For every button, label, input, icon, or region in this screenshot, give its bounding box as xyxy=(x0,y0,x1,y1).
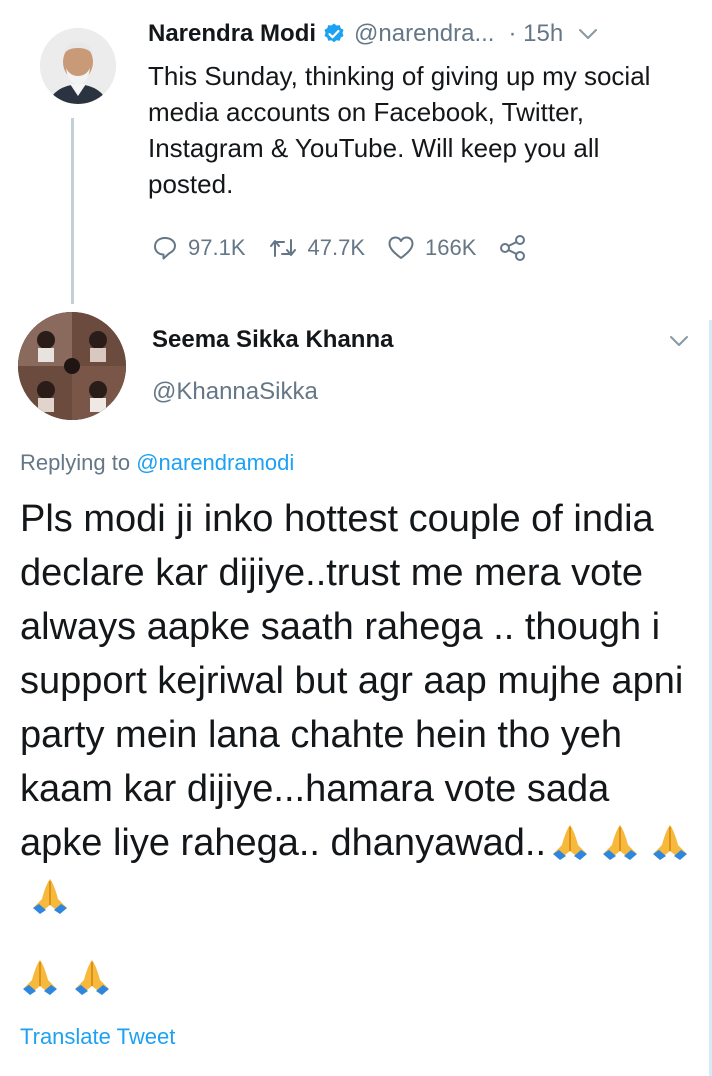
retweet-button[interactable]: 47.7K xyxy=(268,235,366,261)
like-button[interactable]: 166K xyxy=(387,235,476,261)
share-icon xyxy=(500,235,526,261)
mention-link[interactable]: @narendramodi xyxy=(136,450,294,475)
reply-text: Pls modi ji inko hottest couple of india… xyxy=(20,498,684,864)
tweet-timestamp[interactable]: · 15h xyxy=(508,20,563,48)
retweet-icon xyxy=(269,239,296,257)
folded-hands-emoji xyxy=(650,822,690,860)
like-count: 166K xyxy=(425,235,477,260)
avatar-image xyxy=(18,312,126,420)
replying-to-label: Replying to xyxy=(20,450,137,475)
avatar-image xyxy=(40,28,116,104)
folded-hands-emoji xyxy=(550,822,590,860)
reply-author-handle[interactable]: @KhannaSikka xyxy=(152,378,318,406)
reply-author-name[interactable]: Seema Sikka Khanna xyxy=(152,326,393,354)
translate-tweet-link[interactable]: Translate Tweet xyxy=(20,1024,175,1050)
tweet-header: Narendra Modi @narendra... · 15h xyxy=(148,14,599,54)
chevron-down-icon[interactable] xyxy=(668,334,690,348)
thread-connector-line xyxy=(71,118,74,304)
emoji-line-2 xyxy=(20,958,124,996)
tweet-actions: 97.1K 47.7K 166K xyxy=(152,232,560,264)
replying-to: Replying to @narendramodi xyxy=(20,450,294,476)
folded-hands-emoji xyxy=(600,822,640,860)
chevron-down-icon[interactable] xyxy=(577,27,599,41)
author-name[interactable]: Narendra Modi xyxy=(148,20,316,48)
avatar[interactable] xyxy=(40,28,116,104)
author-handle[interactable]: @narendra... xyxy=(354,20,494,48)
reply-count: 97.1K xyxy=(188,235,246,260)
verified-badge-icon xyxy=(324,23,344,43)
folded-hands-emoji xyxy=(30,876,70,914)
share-button[interactable] xyxy=(498,234,538,262)
folded-hands-emoji xyxy=(20,958,60,996)
reply-text-block: Pls modi ji inko hottest couple of india… xyxy=(20,492,700,924)
like-icon xyxy=(388,236,414,259)
reply-button[interactable]: 97.1K xyxy=(152,235,246,261)
tweet-text: This Sunday, thinking of giving up my so… xyxy=(148,61,651,199)
retweet-count: 47.7K xyxy=(307,235,366,260)
reply-icon xyxy=(154,237,176,260)
avatar[interactable] xyxy=(18,312,126,420)
folded-hands-emoji xyxy=(72,958,112,996)
